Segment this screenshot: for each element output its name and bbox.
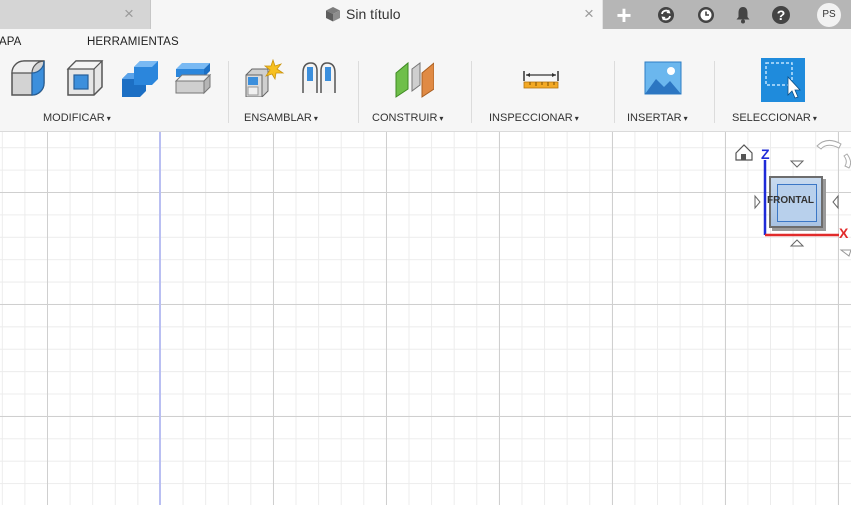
inspeccionar-label: INSPECCIONAR xyxy=(489,112,573,124)
toolbar-separator xyxy=(358,61,359,123)
sync-button[interactable] xyxy=(651,0,681,29)
close-active-tab-icon[interactable]: × xyxy=(584,4,594,24)
joint-icon xyxy=(302,62,336,93)
rotate-right-icon[interactable] xyxy=(843,153,851,169)
body-cube-icon xyxy=(326,7,340,22)
insert-image-tool[interactable] xyxy=(644,59,682,97)
offset-face-icon xyxy=(174,63,212,95)
toolbar-separator xyxy=(614,61,615,123)
help-icon: ? xyxy=(776,6,786,23)
user-initials: PS xyxy=(822,9,836,20)
avatar: PS xyxy=(817,2,841,27)
help-button[interactable]: ? xyxy=(766,0,796,29)
orbit-right-icon[interactable] xyxy=(832,194,839,210)
viewcube-front-face[interactable]: FRONTAL xyxy=(767,176,823,228)
close-tab-icon[interactable]: × xyxy=(124,4,134,24)
chevron-down-icon: ▾ xyxy=(812,113,817,123)
workspace-tabs: APA HERRAMIENTAS xyxy=(0,29,851,53)
new-component-tool[interactable] xyxy=(244,58,285,98)
chevron-down-icon: ▾ xyxy=(106,113,111,123)
offset-plane-tool[interactable] xyxy=(394,59,435,98)
chevron-down-icon: ▾ xyxy=(313,113,318,123)
tab-previous-document[interactable]: × xyxy=(0,0,151,29)
modificar-label: MODIFICAR xyxy=(43,112,105,124)
ensamblar-dropdown[interactable]: ENSAMBLAR ▾ xyxy=(244,112,318,124)
inspeccionar-dropdown[interactable]: INSPECCIONAR ▾ xyxy=(489,112,579,124)
orbit-down-icon[interactable] xyxy=(789,239,805,247)
vertical-axis-line xyxy=(159,132,161,505)
notifications-button[interactable] xyxy=(728,0,758,29)
combine-icon xyxy=(122,61,158,97)
press-pull-icon xyxy=(11,60,45,96)
tab-actions-bar: + ? PS xyxy=(603,0,851,29)
sync-icon xyxy=(658,6,674,23)
window-select-icon xyxy=(761,58,805,102)
tab-herramientas[interactable]: HERRAMIENTAS xyxy=(87,36,179,48)
insertar-label: INSERTAR xyxy=(627,112,682,124)
new-component-icon xyxy=(245,58,285,98)
fillet-shell-tool[interactable] xyxy=(66,59,104,97)
bell-icon xyxy=(736,6,750,23)
tab-apa[interactable]: APA xyxy=(0,36,21,48)
chevron-down-icon: ▾ xyxy=(574,113,579,123)
toolbar-separator xyxy=(228,61,229,123)
shell-icon xyxy=(66,60,104,96)
joint-tool[interactable] xyxy=(299,59,337,97)
rotate-left-icon[interactable] xyxy=(816,140,842,150)
ensamblar-label: ENSAMBLAR xyxy=(244,112,312,124)
construction-plane-icon xyxy=(395,61,435,98)
toolbar-separator xyxy=(471,61,472,123)
viewcube-label: FRONTAL xyxy=(767,195,815,206)
chevron-down-icon: ▾ xyxy=(683,113,688,123)
orbit-left-icon[interactable] xyxy=(754,194,761,210)
design-canvas[interactable] xyxy=(0,132,851,505)
document-title: Sin título xyxy=(346,6,401,22)
x-axis-label: X xyxy=(839,225,849,241)
measure-tool[interactable] xyxy=(522,59,560,97)
home-icon[interactable] xyxy=(735,144,753,161)
orbit-up-icon[interactable] xyxy=(789,160,805,168)
tab-active-document[interactable]: Sin título × xyxy=(151,0,602,29)
modificar-dropdown[interactable]: MODIFICAR ▾ xyxy=(43,112,111,124)
construir-label: CONSTRUIR xyxy=(372,112,438,124)
seleccionar-dropdown[interactable]: SELECCIONAR ▾ xyxy=(732,112,817,124)
toolbar-separator xyxy=(714,61,715,123)
combine-tool[interactable] xyxy=(120,59,158,97)
new-tab-button[interactable]: + xyxy=(609,0,639,29)
select-tool[interactable] xyxy=(760,57,806,103)
orbit-corner-icon[interactable] xyxy=(839,249,851,257)
seleccionar-label: SELECCIONAR xyxy=(732,112,811,124)
insertar-dropdown[interactable]: INSERTAR ▾ xyxy=(627,112,688,124)
construir-dropdown[interactable]: CONSTRUIR ▾ xyxy=(372,112,443,124)
press-pull-tool[interactable] xyxy=(10,59,48,97)
history-icon xyxy=(698,6,714,23)
tab-bar: × Sin título × + ? PS xyxy=(0,0,851,29)
offset-face-tool[interactable] xyxy=(172,59,212,97)
user-account-button[interactable]: PS xyxy=(813,0,845,29)
image-icon xyxy=(644,61,682,95)
new-tab-icon: + xyxy=(616,0,632,30)
toolbar: MODIFICAR ▾ ENSAMBLAR ▾ CONSTRUIR ▾ INSP… xyxy=(0,53,851,132)
history-button[interactable] xyxy=(691,0,721,29)
measure-ruler-icon xyxy=(523,71,559,89)
z-axis-label: Z xyxy=(761,146,770,162)
chevron-down-icon: ▾ xyxy=(439,113,444,123)
